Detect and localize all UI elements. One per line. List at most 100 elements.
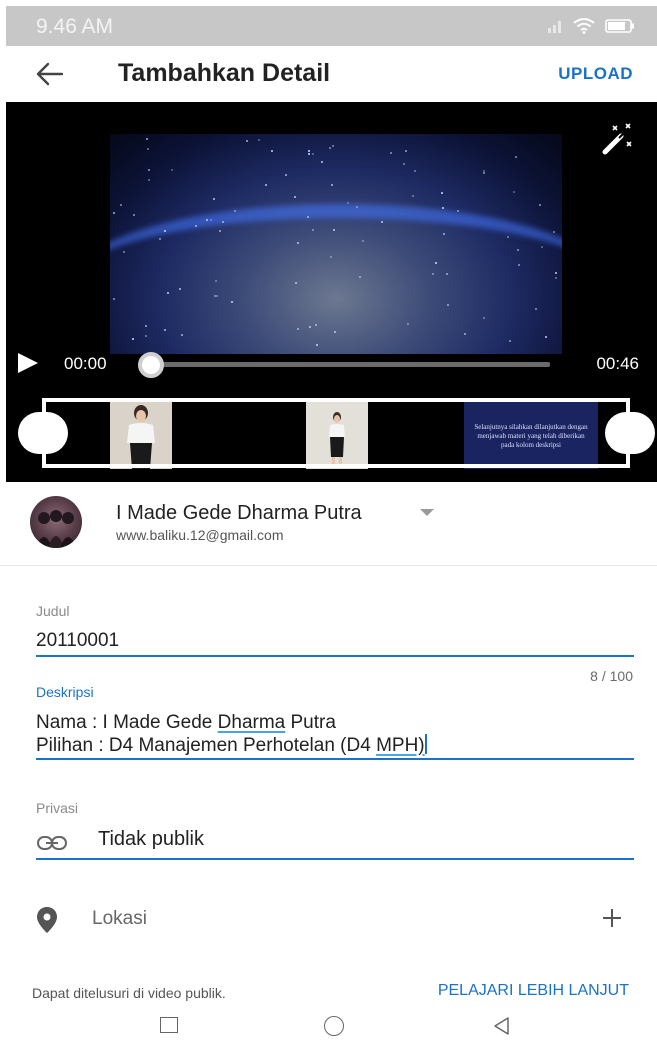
plus-icon[interactable] (600, 906, 624, 930)
star (206, 219, 208, 221)
seek-thumb[interactable] (138, 352, 164, 378)
privacy-selector[interactable]: Tidak publik (36, 826, 634, 860)
desc-line2-underlined: MPH) (376, 735, 425, 756)
system-nav-bar (0, 1005, 657, 1041)
star (509, 340, 511, 342)
trim-handle-start[interactable] (18, 412, 68, 454)
avatar (30, 496, 82, 548)
star (246, 140, 248, 142)
star (222, 221, 224, 223)
play-icon[interactable] (18, 353, 38, 373)
desc-line2-prefix: Pilihan : D4 Manajemen Perhotelan (D4 (36, 735, 377, 756)
star (432, 273, 434, 275)
star (333, 229, 335, 231)
back-triangle-icon[interactable] (492, 1016, 512, 1036)
star (231, 301, 233, 303)
star (447, 304, 449, 306)
star (309, 326, 311, 328)
description-input[interactable]: Nama : I Made Gede Dharma Putra Pilihan … (36, 712, 427, 757)
star (179, 288, 181, 290)
current-time: 00:00 (64, 354, 107, 373)
star (123, 251, 125, 253)
star (307, 216, 309, 218)
star (545, 336, 547, 338)
link-icon (37, 836, 67, 850)
location-label: Lokasi (92, 908, 147, 929)
group-photo (36, 510, 76, 548)
desc-line1-suffix: Putra (285, 712, 336, 733)
star (181, 334, 183, 336)
star (113, 212, 115, 214)
milky-way-band (110, 204, 562, 354)
star (147, 148, 149, 150)
star (294, 196, 296, 198)
star (321, 161, 323, 163)
account-email: www.baliku.12@gmail.com (116, 527, 284, 543)
status-time: 9.46 AM (36, 15, 114, 38)
learn-more-link[interactable]: PELAJARI LEBIH LANJUT (438, 982, 629, 1000)
desc-line1-prefix: Nama : I Made Gede (36, 712, 218, 733)
trim-frame[interactable] (42, 398, 630, 468)
video-preview[interactable] (110, 134, 562, 354)
star (412, 195, 414, 197)
star (315, 324, 317, 326)
star (553, 231, 555, 233)
star (164, 329, 166, 331)
star (405, 150, 407, 152)
star (435, 262, 437, 264)
star (555, 272, 557, 274)
description-underline (36, 758, 634, 760)
star (359, 276, 361, 278)
star (331, 184, 333, 186)
star (214, 295, 216, 297)
star (407, 323, 409, 325)
star (535, 308, 537, 310)
trim-handle-end[interactable] (605, 412, 655, 454)
star (213, 198, 215, 200)
star (446, 273, 448, 275)
star (258, 139, 260, 141)
arrow-left-icon[interactable] (34, 60, 66, 88)
star (145, 325, 147, 327)
star (265, 184, 267, 186)
battery-icon (605, 19, 634, 33)
star (219, 230, 221, 232)
account-name: I Made Gede Dharma Putra (116, 502, 362, 524)
magic-wand-icon[interactable] (599, 122, 635, 156)
seek-track[interactable] (152, 362, 550, 367)
star (457, 210, 459, 212)
star (164, 230, 166, 232)
upload-button[interactable]: UPLOAD (558, 64, 633, 84)
star (541, 246, 543, 248)
star (195, 225, 197, 227)
star (414, 170, 416, 172)
star (133, 214, 135, 216)
star (518, 264, 520, 266)
location-row[interactable]: Lokasi (36, 904, 634, 938)
star (285, 174, 287, 176)
home-icon[interactable] (324, 1016, 344, 1036)
star (120, 204, 122, 206)
account-selector[interactable]: I Made Gede Dharma Putra www.baliku.12@g… (0, 482, 657, 566)
star (332, 145, 334, 147)
star (297, 328, 299, 330)
star (215, 280, 217, 282)
chevron-down-icon[interactable] (420, 509, 434, 516)
star (356, 206, 358, 208)
star (403, 163, 405, 165)
recents-icon[interactable] (160, 1017, 178, 1033)
text-cursor (424, 734, 427, 754)
star (210, 219, 212, 221)
star (507, 236, 509, 238)
description-label: Deskripsi (36, 684, 94, 700)
star (297, 242, 299, 244)
privacy-underline (36, 858, 634, 860)
star (362, 240, 364, 242)
star (483, 172, 485, 174)
star (113, 298, 115, 300)
star (442, 207, 444, 209)
star (334, 331, 336, 333)
star (513, 191, 515, 193)
star (167, 292, 169, 294)
title-input[interactable]: 20110001 (36, 630, 119, 652)
